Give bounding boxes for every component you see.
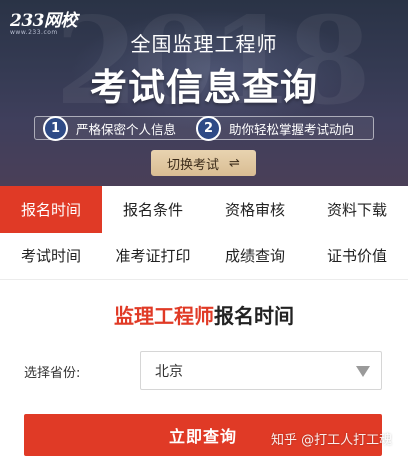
feature-text: 助你轻松掌握考试动向	[229, 121, 355, 137]
zhihu-watermark: 知乎 @打工人打工魂	[271, 433, 393, 448]
section-title-highlight: 监理工程师	[114, 304, 214, 328]
province-selected-value: 北京	[155, 363, 183, 380]
tab-registration-conditions[interactable]: 报名条件	[102, 186, 204, 233]
feature-number-badge: 1	[43, 115, 68, 141]
switch-exam-label: 切换考试	[167, 157, 220, 173]
tab-material-download[interactable]: 资料下载	[306, 186, 408, 233]
tab-exam-time[interactable]: 考试时间	[0, 233, 102, 277]
tab-registration-time[interactable]: 报名时间	[0, 186, 102, 233]
tab-certificate-value[interactable]: 证书价值	[306, 233, 408, 277]
province-select[interactable]: 北京	[140, 351, 382, 390]
nav-row: 考试时间 准考证打印 成绩查询 证书价值	[0, 233, 408, 277]
switch-exam-button[interactable]: 切换考试 ⇌	[151, 150, 256, 176]
section-title: 监理工程师报名时间	[0, 300, 408, 329]
dropdown-caret-icon	[356, 366, 370, 377]
swap-arrows-icon: ⇌	[229, 155, 240, 171]
feature-bar: 1 严格保密个人信息 2 助你轻松掌握考试动向	[34, 115, 374, 141]
banner: 2018 233网校 www.233.com 全国监理工程师 考试信息查询 1 …	[0, 0, 408, 186]
section-divider	[0, 279, 408, 280]
feature-text: 严格保密个人信息	[76, 121, 177, 137]
province-label: 选择省份:	[24, 366, 81, 381]
nav-row: 报名时间 报名条件 资格审核 资料下载	[0, 186, 408, 233]
banner-headline: 考试信息查询	[90, 66, 318, 109]
info-nav: 报名时间 报名条件 资格审核 资料下载 考试时间 准考证打印 成绩查询 证书价值	[0, 186, 408, 277]
tab-admission-ticket[interactable]: 准考证打印	[102, 233, 204, 277]
section-title-rest: 报名时间	[214, 304, 294, 328]
page: 2018 233网校 www.233.com 全国监理工程师 考试信息查询 1 …	[0, 0, 408, 463]
feature-item: 2 助你轻松掌握考试动向	[188, 115, 355, 141]
feature-number-badge: 2	[196, 115, 222, 141]
banner-title: 全国监理工程师	[130, 32, 278, 56]
feature-item: 1 严格保密个人信息	[35, 115, 177, 141]
tab-score-query[interactable]: 成绩查询	[204, 233, 306, 277]
tab-qualification-review[interactable]: 资格审核	[204, 186, 306, 233]
